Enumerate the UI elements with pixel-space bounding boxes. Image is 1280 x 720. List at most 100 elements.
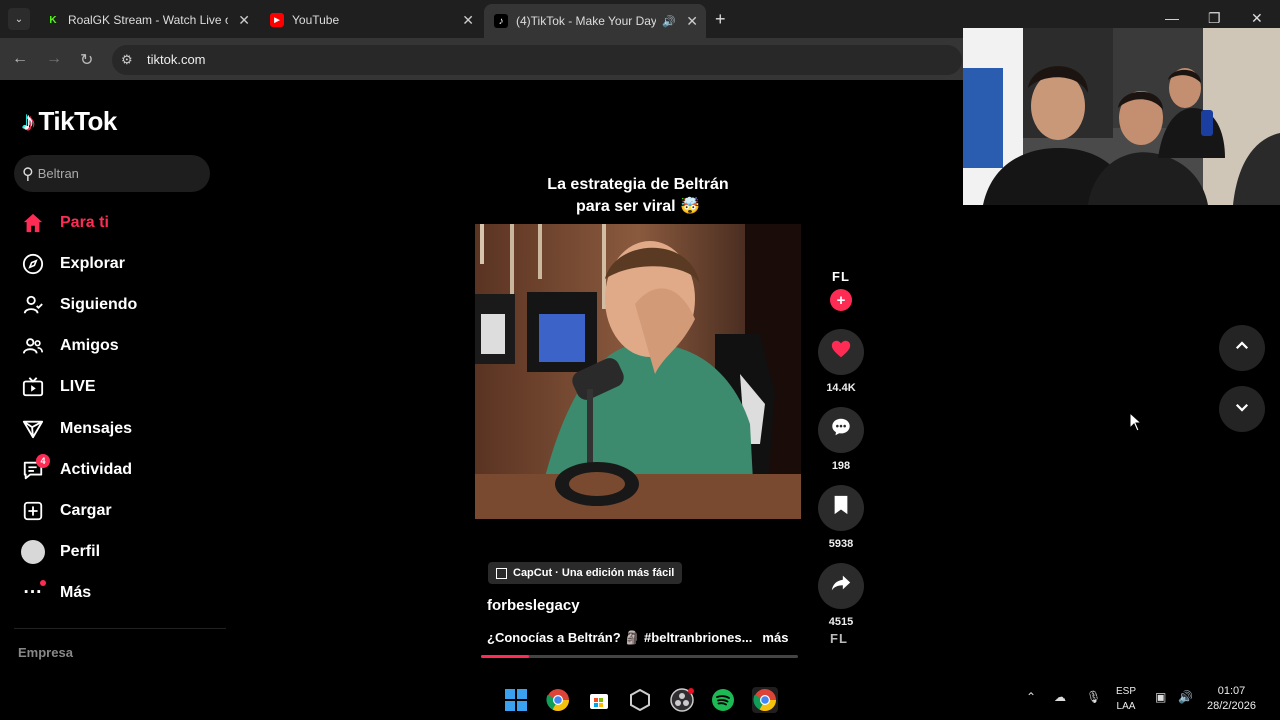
compass-icon <box>20 251 46 277</box>
spotify-icon[interactable] <box>710 687 736 713</box>
back-icon[interactable]: ← <box>12 50 28 68</box>
search-box[interactable]: ⚲ <box>14 155 210 192</box>
tray-overflow-icon[interactable]: ⌃ <box>1026 690 1036 704</box>
forward-icon[interactable]: → <box>46 50 62 68</box>
like-count: 14.4K <box>826 382 856 394</box>
sidebar-item-mas[interactable]: ··· Más <box>20 573 137 614</box>
system-clock[interactable]: 01:07 28/2/2026 <box>1207 684 1256 714</box>
new-tab-button[interactable]: + <box>715 9 726 30</box>
heart-icon <box>830 338 852 366</box>
comment-action[interactable]: 198 <box>818 407 864 485</box>
music-disc[interactable]: FL <box>830 631 848 646</box>
sidebar-item-amigos[interactable]: Amigos <box>20 326 137 367</box>
sidebar-item-cargar[interactable]: Cargar <box>20 490 137 531</box>
tab-search-button[interactable]: ⌄ <box>8 8 30 30</box>
close-icon[interactable]: ✕ <box>238 12 250 29</box>
language-code: ESP <box>1116 686 1137 697</box>
live-tv-icon <box>20 374 46 400</box>
tab-tiktok[interactable]: ♪ (4)TikTok - Make Your Day 🔊 ✕ <box>484 4 706 38</box>
notification-badge: 4 <box>36 453 50 468</box>
sidebar-item-label: LIVE <box>60 378 96 396</box>
sidebar-divider <box>14 628 226 629</box>
minimize-icon[interactable]: — <box>1165 10 1179 26</box>
omnibox[interactable] <box>112 45 962 75</box>
following-icon <box>20 292 46 318</box>
like-button[interactable] <box>818 329 864 375</box>
share-action[interactable]: 4515 <box>818 563 864 641</box>
close-icon[interactable]: ✕ <box>462 12 474 29</box>
close-icon[interactable]: ✕ <box>686 13 698 30</box>
video-player[interactable] <box>475 224 801 519</box>
sidebar-item-label: Para ti <box>60 213 109 231</box>
sidebar-item-label: Más <box>60 584 92 602</box>
like-action[interactable]: 14.4K <box>818 329 864 407</box>
tiktok-logo[interactable]: ♪ TikTok <box>22 106 117 137</box>
tiktok-favicon-icon: ♪ <box>494 14 508 28</box>
sidebar-item-label: Cargar <box>60 501 112 519</box>
sidebar-item-label: Siguiendo <box>60 295 138 313</box>
sidebar-item-perfil[interactable]: Perfil <box>20 532 137 573</box>
sidebar-item-label: Perfil <box>60 543 101 561</box>
progress-fill <box>481 655 529 658</box>
description-text: ¿Conocías a Beltrán? 🗿 #beltranbriones..… <box>487 630 753 645</box>
sidebar-item-explorar[interactable]: Explorar <box>20 243 137 284</box>
microphone-icon[interactable]: 🎙 <box>1086 690 1101 704</box>
more-icon: ··· <box>20 580 46 606</box>
chrome-icon[interactable] <box>545 687 571 713</box>
tab-title: RoalGK Stream - Watch Live on <box>68 13 228 27</box>
chrome-active-icon[interactable] <box>752 687 778 713</box>
follow-plus-icon[interactable]: + <box>830 289 852 311</box>
tab-title: YouTube <box>292 13 340 27</box>
save-button[interactable] <box>818 485 864 531</box>
comment-button[interactable] <box>818 407 864 453</box>
video-author[interactable]: forbeslegacy <box>487 597 580 614</box>
search-icon: ⚲ <box>22 165 34 183</box>
upload-icon <box>20 498 46 524</box>
unity-icon[interactable] <box>627 687 653 713</box>
more-link[interactable]: más <box>762 630 788 645</box>
video-frame <box>475 224 801 519</box>
creator-avatar[interactable]: FL + <box>818 265 864 317</box>
site-settings-icon[interactable]: ⚙ <box>121 52 133 68</box>
sidebar-item-para-ti[interactable]: Para ti <box>20 202 137 243</box>
tab-title: (4)TikTok - Make Your Day <box>516 14 656 28</box>
share-button[interactable] <box>818 563 864 609</box>
chevron-down-icon <box>1233 398 1251 421</box>
windows-start-icon[interactable] <box>503 687 529 713</box>
webcam-overlay <box>963 28 1280 205</box>
sidebar-item-label: Mensajes <box>60 419 133 437</box>
reload-icon[interactable]: ↻ <box>80 50 93 70</box>
language-indicator[interactable]: ESP LAA <box>1116 684 1136 714</box>
save-action[interactable]: 5938 <box>818 485 864 563</box>
sidebar-item-mensajes[interactable]: Mensajes <box>20 408 137 449</box>
tab-roalgk[interactable]: K RoalGK Stream - Watch Live on ✕ <box>36 6 258 34</box>
footer-section-title[interactable]: Empresa <box>18 645 73 660</box>
friends-icon <box>20 333 46 359</box>
capcut-label[interactable]: CapCut · Una edición más fácil <box>488 562 683 584</box>
network-icon[interactable]: ▣ <box>1155 690 1166 704</box>
video-caption: La estrategia de Beltrán para ser viral … <box>475 174 801 218</box>
sidebar-item-actividad[interactable]: 4 Actividad <box>20 449 137 490</box>
onedrive-icon[interactable]: ☁ <box>1054 690 1066 704</box>
close-window-icon[interactable]: ✕ <box>1251 10 1263 27</box>
search-input[interactable] <box>37 166 198 181</box>
obs-icon[interactable] <box>669 687 695 713</box>
capcut-icon <box>496 567 507 579</box>
url-text[interactable]: tiktok.com <box>147 52 206 67</box>
restore-icon[interactable]: ❐ <box>1208 10 1221 27</box>
kick-favicon-icon: K <box>46 13 60 27</box>
tab-youtube[interactable]: ▶ YouTube ✕ <box>260 6 482 34</box>
store-icon[interactable] <box>586 687 612 713</box>
sidebar-item-live[interactable]: LIVE <box>20 367 137 408</box>
previous-video-button[interactable] <box>1219 325 1265 371</box>
speaker-icon[interactable]: 🔊 <box>662 15 676 28</box>
next-video-button[interactable] <box>1219 386 1265 432</box>
volume-icon[interactable]: 🔊 <box>1178 690 1193 704</box>
logo-text: TikTok <box>38 106 118 136</box>
sidebar-item-siguiendo[interactable]: Siguiendo <box>20 284 137 325</box>
video-progress-bar[interactable] <box>481 655 798 658</box>
sidebar-item-label: Actividad <box>60 460 133 478</box>
youtube-favicon-icon: ▶ <box>270 13 284 27</box>
share-icon <box>830 572 852 600</box>
sidebar-nav: Para ti Explorar Siguiendo Amigos LIVE M… <box>20 202 137 614</box>
